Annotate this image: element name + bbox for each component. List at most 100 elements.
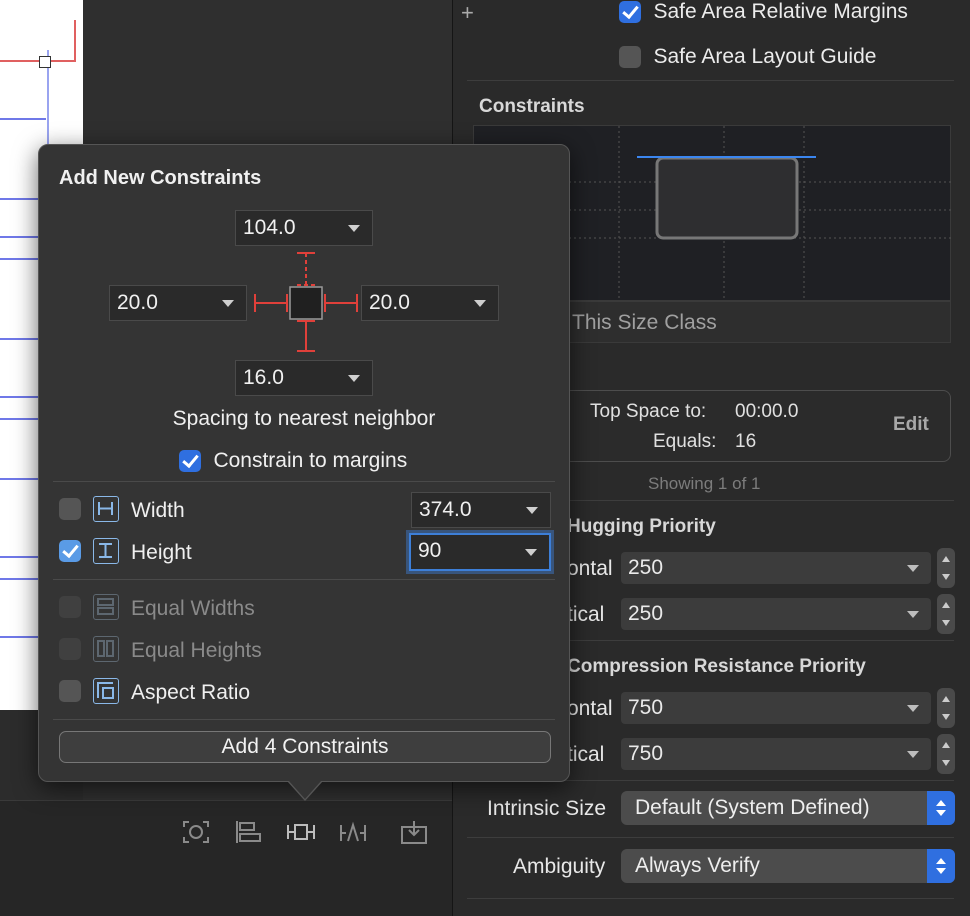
resize-handle[interactable] [39,56,51,68]
constrain-margins-checkbox[interactable] [179,450,201,472]
popover-title: Add New Constraints [59,167,262,189]
update-frames-icon[interactable] [178,815,214,849]
resolve-autolayout-icon[interactable] [335,815,371,849]
up-down-arrows-icon [927,791,955,825]
canvas-bottom-bar [0,800,452,916]
safe-area-margins-row[interactable]: Safe Area Relative Margins [619,0,908,24]
safe-area-margins-label: Safe Area Relative Margins [653,0,908,23]
width-label: Width [131,499,185,522]
equal-widths-icon [93,594,119,620]
up-down-arrows-icon [927,849,955,883]
divider [467,898,954,899]
chevron-down-icon [907,611,919,618]
hugging-vertical-value: 250 [628,602,664,625]
chevron-down-icon [348,225,360,232]
width-checkbox[interactable] [59,498,81,520]
size-class-label: This Size Class [572,311,717,334]
chevron-down-icon [907,751,919,758]
top-spacing-value: 104.0 [243,216,296,239]
chevron-down-icon [907,565,919,572]
width-constraint-icon [93,496,119,522]
chevron-down-icon [525,549,537,556]
aspect-ratio-icon [93,678,119,704]
chevron-down-icon [348,375,360,382]
height-value-field[interactable]: 90 [409,533,551,571]
height-value: 90 [418,539,442,562]
spacing-label: Spacing to nearest neighbor [172,407,436,430]
height-checkbox[interactable] [59,540,81,562]
divider [53,579,555,580]
hugging-vertical-stepper[interactable] [937,594,955,634]
compression-horizontal-field[interactable]: 750 [621,692,931,724]
add-constraints-icon[interactable] [283,815,319,849]
aspect-ratio-checkbox[interactable] [59,680,81,702]
compression-heading: Compression Resistance Priority [567,656,866,677]
intrinsic-size-label: Intrinsic Size [487,797,607,820]
bottom-spacing-field[interactable]: 16.0 [235,360,373,396]
ambiguity-label: Ambiguity [513,855,606,878]
view-edge [0,118,46,120]
chevron-down-icon [474,300,486,307]
safe-area-margins-checkbox[interactable] [619,1,641,23]
intrinsic-size-select[interactable]: Default (System Defined) [621,791,955,825]
constraint-value-top: 00:00.0 [735,401,799,422]
bottom-spacing-value: 16.0 [243,366,284,389]
leading-spacing-value: 20.0 [117,291,158,314]
hugging-horizontal-field[interactable]: 250 [621,552,931,584]
width-value: 374.0 [419,498,472,521]
compression-horizontal-stepper[interactable] [937,688,955,728]
compression-horizontal-value: 750 [628,696,664,719]
trailing-spacing-value: 20.0 [369,291,410,314]
safe-area-guide-checkbox[interactable] [619,46,641,68]
height-constraint-icon [93,538,119,564]
top-spacing-field[interactable]: 104.0 [235,210,373,246]
align-icon[interactable] [230,815,266,849]
equal-heights-label: Equal Heights [131,639,262,662]
leading-spacing-field[interactable]: 20.0 [109,285,247,321]
width-value-field[interactable]: 374.0 [411,492,551,528]
chevron-down-icon [222,300,234,307]
chevron-down-icon [907,705,919,712]
divider [467,80,954,81]
constrain-margins-row[interactable]: Constrain to margins [179,449,407,473]
constraint-key-top: Top Space to: [590,401,707,422]
showing-count: Showing 1 of 1 [648,474,761,493]
aspect-ratio-label: Aspect Ratio [131,681,251,704]
divider [53,481,555,482]
equal-heights-checkbox[interactable] [59,638,81,660]
ambiguity-select[interactable]: Always Verify [621,849,955,883]
ambiguity-value: Always Verify [635,854,760,877]
chevron-down-icon [526,507,538,514]
compression-vertical-stepper[interactable] [937,734,955,774]
embed-in-icon[interactable] [396,815,432,849]
compression-vertical-label: tical [567,743,605,766]
constraints-heading: Constraints [479,96,585,117]
hugging-horizontal-label: ontal [567,557,613,580]
edit-constraint-button[interactable]: Edit [893,414,929,436]
divider [467,837,954,838]
hugging-vertical-label: tical [567,603,605,626]
intrinsic-size-value: Default (System Defined) [635,796,870,819]
hugging-horizontal-stepper[interactable] [937,548,955,588]
divider [53,719,555,720]
height-label: Height [131,541,192,564]
add-constraints-popover: Add New Constraints 104.0 20.0 20.0 16.0 [38,144,570,801]
add-variation-icon[interactable]: + [461,0,474,26]
compression-horizontal-label: ontal [567,697,613,720]
popover-arrow [287,780,323,801]
constraint-key-equals: Equals: [653,431,717,452]
compression-vertical-field[interactable]: 750 [621,738,931,770]
constrain-margins-label: Constrain to margins [213,449,408,472]
safe-area-guide-label: Safe Area Layout Guide [653,45,877,68]
add-constraints-button[interactable]: Add 4 Constraints [59,731,551,763]
selected-view-outline [74,20,76,62]
trailing-spacing-field[interactable]: 20.0 [361,285,499,321]
hugging-heading: Hugging Priority [567,516,716,537]
equal-widths-label: Equal Widths [131,597,255,620]
constraint-value-equals: 16 [735,431,757,452]
safe-area-guide-row[interactable]: Safe Area Layout Guide [619,45,876,69]
spacing-diagram [254,252,358,352]
equal-heights-icon [93,636,119,662]
hugging-vertical-field[interactable]: 250 [621,598,931,630]
equal-widths-checkbox[interactable] [59,596,81,618]
